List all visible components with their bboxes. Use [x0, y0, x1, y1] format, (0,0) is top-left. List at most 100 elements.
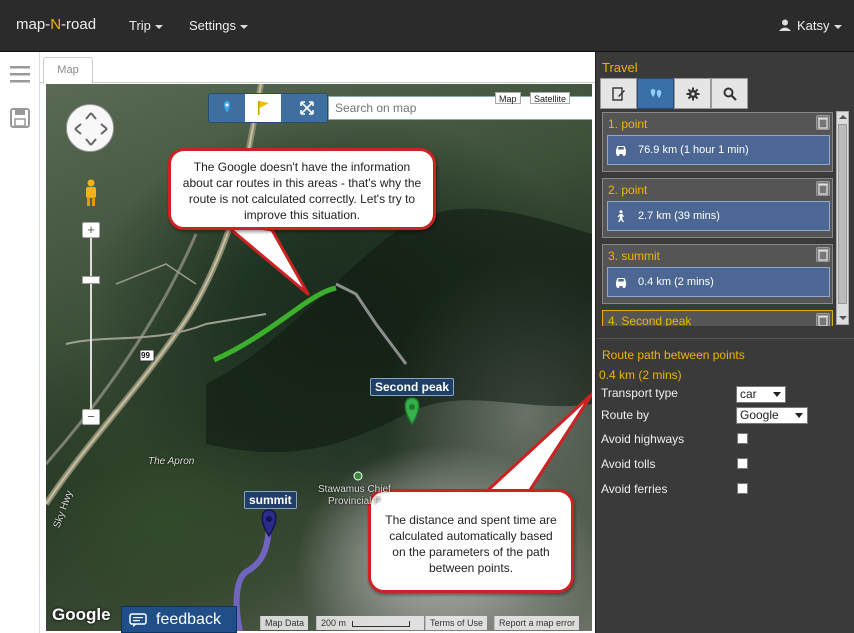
- chevron-down-icon: [833, 24, 842, 29]
- map-scale: 200 m: [316, 616, 424, 630]
- transport-type-value: car: [740, 387, 757, 401]
- park-label: Stawamus Chief Provincial P: [318, 484, 391, 507]
- tab-search[interactable]: [711, 78, 748, 109]
- route-text: 2.7 km (39 mins): [638, 210, 720, 222]
- menu-settings-label: Settings: [189, 18, 236, 33]
- summit-label: summit: [244, 491, 297, 509]
- zoom-slider-thumb[interactable]: [82, 276, 100, 284]
- trash-icon[interactable]: [816, 115, 830, 130]
- divider: [596, 338, 854, 339]
- pegman-icon[interactable]: [84, 179, 98, 207]
- user-icon: [779, 19, 791, 31]
- route-segment[interactable]: 2.7 km (39 mins): [607, 201, 830, 231]
- avoid-ferries-checkbox[interactable]: [737, 483, 748, 494]
- scroll-thumb[interactable]: [838, 124, 847, 304]
- menu-trip[interactable]: Trip: [129, 18, 163, 33]
- panel-title: Travel: [602, 60, 638, 75]
- scale-bar: [351, 620, 410, 627]
- tab-route[interactable]: [637, 78, 674, 109]
- park-marker-icon: [353, 471, 363, 481]
- trash-icon[interactable]: [816, 247, 830, 262]
- scroll-down-icon[interactable]: [839, 316, 847, 320]
- edit-icon: [612, 87, 625, 101]
- menu-icon[interactable]: [10, 64, 30, 84]
- hwy-badge-label: 99: [141, 351, 150, 360]
- zoom-in-button[interactable]: +: [82, 222, 100, 238]
- second-peak-pin[interactable]: [404, 397, 420, 426]
- route-text: 76.9 km (1 hour 1 min): [638, 144, 749, 156]
- map-tabbar: Map: [40, 52, 595, 84]
- list-scrollbar[interactable]: [836, 111, 849, 325]
- car-icon: [616, 278, 626, 288]
- list-item[interactable]: 2. point 2.7 km (39 mins): [602, 178, 833, 238]
- point-title: 3. summit: [608, 249, 661, 263]
- brand-suffix: -road: [61, 16, 97, 33]
- route-segment[interactable]: 0.4 km (2 mins): [607, 267, 830, 297]
- map-canvas[interactable]: + − Map Satellite The Google doesn't hav…: [46, 84, 592, 631]
- app-brand[interactable]: map-N-road: [16, 16, 96, 33]
- chevron-down-icon: [773, 392, 781, 397]
- google-logo: Google: [52, 605, 111, 624]
- point-title: 1. point: [608, 117, 648, 131]
- menu-trip-label: Trip: [129, 18, 151, 33]
- marker-tool-icon[interactable]: [209, 94, 245, 122]
- chevron-down-icon: [239, 24, 248, 29]
- gear-icon: [686, 87, 700, 101]
- menu-settings[interactable]: Settings: [189, 18, 248, 33]
- avoid-highways-label: Avoid highways: [601, 432, 685, 446]
- transport-type-label: Transport type: [601, 386, 678, 400]
- route-segment[interactable]: 76.9 km (1 hour 1 min): [607, 135, 830, 165]
- callout-bottom-pointer: [484, 392, 592, 506]
- trash-icon[interactable]: [816, 313, 830, 326]
- tab-map[interactable]: Map: [43, 57, 93, 84]
- list-item-selected[interactable]: 4. Second peak: [602, 310, 833, 326]
- pan-arrows-icon: [74, 112, 108, 146]
- zoom-out-button[interactable]: −: [82, 409, 100, 425]
- chevron-down-icon: [154, 24, 163, 29]
- car-icon: [616, 146, 626, 156]
- feedback-label: feedback: [156, 611, 221, 628]
- route-by-select[interactable]: Google: [736, 407, 808, 424]
- feedback-button[interactable]: feedback: [121, 606, 237, 633]
- route-section-title: Route path between points: [602, 348, 745, 362]
- list-item[interactable]: 3. summit 0.4 km (2 mins): [602, 244, 833, 304]
- avoid-ferries-label: Avoid ferries: [601, 482, 668, 496]
- tab-edit[interactable]: [600, 78, 637, 109]
- the-apron-label: The Apron: [148, 456, 195, 467]
- avoid-highways-checkbox[interactable]: [737, 433, 748, 444]
- search-icon: [723, 87, 737, 101]
- trash-icon[interactable]: [816, 181, 830, 196]
- chevron-down-icon: [795, 413, 803, 418]
- chat-icon: [129, 613, 147, 627]
- user-menu[interactable]: Katsy: [779, 18, 842, 33]
- app-root: map-N-road Trip Settings Katsy Map + − S…: [0, 0, 854, 633]
- left-toolbar: [0, 52, 40, 633]
- flag-tool-icon[interactable]: [245, 94, 281, 122]
- avoid-tolls-checkbox[interactable]: [737, 458, 748, 469]
- route-text: 0.4 km (2 mins): [638, 276, 714, 288]
- points-list: 1. point 76.9 km (1 hour 1 min) 2. point…: [600, 110, 841, 326]
- route-distance: 0.4 km (2 mins): [599, 368, 682, 382]
- terms-link[interactable]: Terms of Use: [425, 616, 488, 630]
- transport-type-select[interactable]: car: [736, 386, 786, 403]
- panel-tabs: [600, 78, 768, 109]
- brand-n: N: [50, 16, 62, 33]
- scroll-up-icon[interactable]: [839, 115, 847, 119]
- maptype-map-button[interactable]: Map: [495, 92, 521, 104]
- brand-prefix: map-: [16, 16, 51, 33]
- route-by-label: Route by: [601, 408, 650, 422]
- save-icon[interactable]: [10, 108, 30, 128]
- fullscreen-icon[interactable]: [289, 94, 325, 122]
- travel-panel: Travel 1. point 76.9 km (1 hour 1 min) 2…: [595, 52, 854, 633]
- user-name: Katsy: [797, 18, 830, 33]
- list-item[interactable]: 1. point 76.9 km (1 hour 1 min): [602, 112, 833, 172]
- pan-control[interactable]: [66, 104, 114, 152]
- maptype-satellite-button[interactable]: Satellite: [530, 92, 571, 104]
- callout-top-pointer: [220, 220, 310, 296]
- tab-settings[interactable]: [674, 78, 711, 109]
- callout-bottom: The distance and spent time are calculat…: [368, 489, 574, 593]
- summit-pin[interactable]: [261, 509, 277, 538]
- report-error-link[interactable]: Report a map error: [494, 616, 580, 630]
- map-data-link[interactable]: Map Data: [260, 616, 309, 630]
- point-title: 2. point: [608, 183, 648, 197]
